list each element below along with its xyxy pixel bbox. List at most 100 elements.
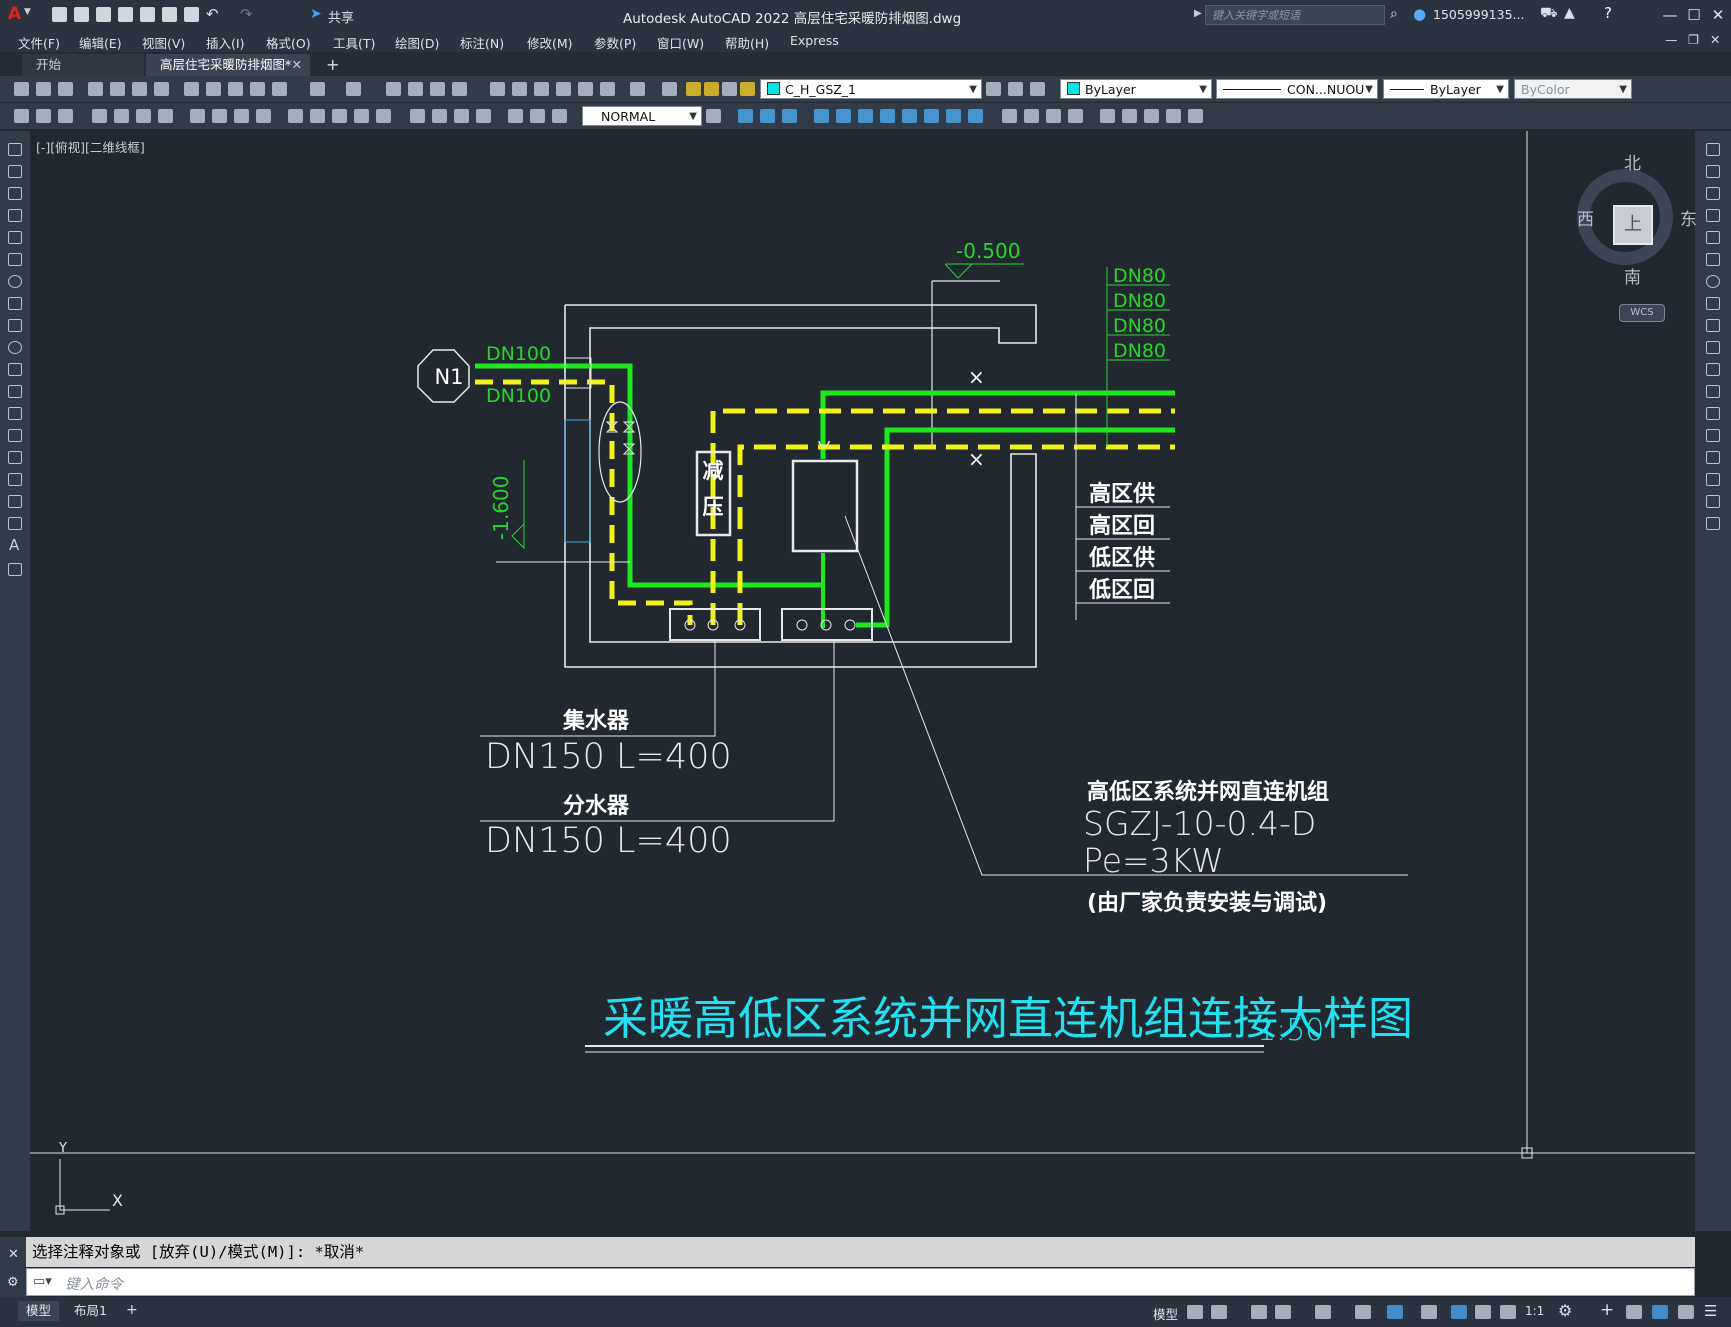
workspace-gear-icon[interactable]: ⚙	[1558, 1301, 1572, 1320]
arc-length-icon[interactable]	[136, 109, 151, 123]
save-icon[interactable]	[96, 7, 111, 22]
search-input[interactable]: 键入关键字或短语	[1205, 5, 1385, 25]
viewcube[interactable]: 上 北 南 西 东 WCS	[1555, 147, 1705, 322]
menu-help[interactable]: 帮助(H)	[725, 33, 769, 52]
undo-icon[interactable]: ↶	[206, 5, 219, 23]
ucs-icon-3[interactable]	[858, 109, 873, 123]
viewcube-east[interactable]: 东	[1680, 205, 1697, 230]
annotation-visibility-icon[interactable]	[1451, 1305, 1467, 1319]
design-center-icon[interactable]	[512, 82, 527, 96]
viewcube-face[interactable]: 上	[1613, 205, 1653, 245]
isolate-objects-icon[interactable]	[1626, 1305, 1642, 1319]
render-icon-1[interactable]	[1100, 109, 1115, 123]
markup-icon[interactable]	[578, 82, 593, 96]
annotation-scale-icon[interactable]	[1500, 1305, 1516, 1319]
cut-icon[interactable]	[184, 82, 199, 96]
ortho-icon[interactable]	[1251, 1305, 1267, 1319]
viewcube-west[interactable]: 西	[1577, 205, 1594, 230]
menu-file[interactable]: 文件(F)	[18, 33, 60, 52]
array-icon[interactable]	[1706, 231, 1720, 244]
mleader-icon[interactable]	[36, 109, 51, 123]
make-current-icon[interactable]	[986, 82, 1001, 96]
layer-lock-icon[interactable]	[740, 82, 755, 96]
arc-icon[interactable]	[8, 253, 22, 266]
dim-break-icon[interactable]	[376, 109, 391, 123]
minimize-button[interactable]: —	[1658, 5, 1682, 25]
plot-icon[interactable]	[184, 7, 199, 22]
diameter-dim-icon[interactable]	[234, 109, 249, 123]
menu-format[interactable]: 格式(O)	[266, 33, 311, 52]
menu-tools[interactable]: 工具(T)	[333, 33, 375, 52]
viewcube-north[interactable]: 北	[1624, 149, 1641, 174]
hardware-accel-icon[interactable]	[1652, 1305, 1668, 1319]
ordinate-dim-icon[interactable]	[158, 109, 173, 123]
view-3d-icon-2[interactable]	[760, 109, 775, 123]
linetype-dropdown[interactable]: CON...NUOU ▼	[1216, 79, 1378, 99]
match-prop-icon[interactable]	[250, 82, 265, 96]
properties-icon[interactable]	[490, 82, 505, 96]
ucs-icon-5[interactable]	[902, 109, 917, 123]
undo-toolbar-icon[interactable]	[310, 82, 325, 96]
visual-style-icon-3[interactable]	[1046, 109, 1061, 123]
isodraft-icon[interactable]	[1315, 1305, 1331, 1319]
tab-layout1[interactable]: 布局1	[66, 1301, 115, 1321]
linear-dim-icon[interactable]	[92, 109, 107, 123]
object-snap-icon[interactable]	[1387, 1305, 1403, 1319]
revcloud-icon[interactable]	[8, 297, 22, 310]
menu-dimension[interactable]: 标注(N)	[460, 33, 504, 52]
polar-icon[interactable]	[1275, 1305, 1291, 1319]
render-icon-4[interactable]	[1166, 109, 1181, 123]
menu-window[interactable]: 窗口(W)	[657, 33, 704, 52]
tab-close-icon[interactable]: ✕	[292, 54, 302, 76]
publish-icon[interactable]	[132, 82, 147, 96]
extend-icon[interactable]	[1706, 363, 1720, 376]
blend-icon[interactable]	[1706, 495, 1720, 508]
center-mark-icon[interactable]	[432, 109, 447, 123]
layer-states-icon[interactable]	[1030, 82, 1045, 96]
cart-icon[interactable]: ⛟	[1540, 5, 1558, 23]
ucs-icon-4[interactable]	[880, 109, 895, 123]
erase-icon[interactable]	[1706, 143, 1720, 156]
break-at-point-icon[interactable]	[1706, 385, 1720, 398]
render-icon-5[interactable]	[1188, 109, 1203, 123]
drawing-canvas[interactable]: 减 压 N1 DN100 DN100 -0.500 -1.600 DN80 DN…	[30, 131, 1697, 1231]
lineweight-dropdown[interactable]: ByLayer ▼	[1383, 79, 1509, 99]
dimstyle-dropdown[interactable]: NORMAL ▼	[582, 106, 702, 126]
sheet-set-icon[interactable]	[556, 82, 571, 96]
customize-menu-icon[interactable]: ☰	[1704, 1302, 1717, 1320]
paste-icon[interactable]	[228, 82, 243, 96]
copy-object-icon[interactable]	[1706, 165, 1720, 178]
hatch-icon[interactable]	[8, 451, 22, 464]
menu-draw[interactable]: 绘图(D)	[395, 33, 439, 52]
share-button[interactable]: 共享	[328, 7, 354, 26]
menu-modify[interactable]: 修改(M)	[527, 33, 573, 52]
color-dropdown[interactable]: ByLayer ▼	[1060, 79, 1212, 99]
block-editor-icon[interactable]	[272, 82, 287, 96]
plotstyle-dropdown[interactable]: ByColor ▼	[1514, 79, 1632, 99]
tab-drawing[interactable]: 高层住宅采暖防排烟图* ✕	[146, 54, 310, 76]
add-icon[interactable]: +	[1600, 1300, 1614, 1320]
open-icon[interactable]	[36, 82, 51, 96]
zoom-previous-icon[interactable]	[452, 82, 467, 96]
fillet-icon[interactable]	[1706, 473, 1720, 486]
model-space-button[interactable]: 模型	[1153, 1304, 1178, 1323]
help-icon[interactable]: ?	[1604, 4, 1612, 22]
menu-express[interactable]: Express	[790, 33, 839, 48]
insert-block-icon[interactable]	[8, 385, 22, 398]
wcs-menu[interactable]: WCS	[1619, 304, 1665, 322]
maximize-button[interactable]: ☐	[1682, 5, 1706, 25]
open-file-icon[interactable]	[74, 7, 89, 22]
user-icon[interactable]: ●	[1413, 5, 1426, 23]
open-web-icon[interactable]	[140, 7, 155, 22]
view-3d-icon-3[interactable]	[782, 109, 797, 123]
plot-toolbar-icon[interactable]	[88, 82, 103, 96]
point-icon[interactable]	[8, 429, 22, 442]
rectangle-icon[interactable]	[8, 231, 22, 244]
visual-style-icon-4[interactable]	[1068, 109, 1083, 123]
tab-start[interactable]: 开始	[22, 54, 144, 76]
rotate-icon[interactable]	[1706, 275, 1720, 288]
menu-view[interactable]: 视图(V)	[142, 33, 185, 52]
polyline-icon[interactable]	[8, 187, 22, 200]
close-command-icon[interactable]: ✕	[8, 1247, 19, 1262]
command-prompt-icon[interactable]: ▭▾	[33, 1274, 52, 1289]
